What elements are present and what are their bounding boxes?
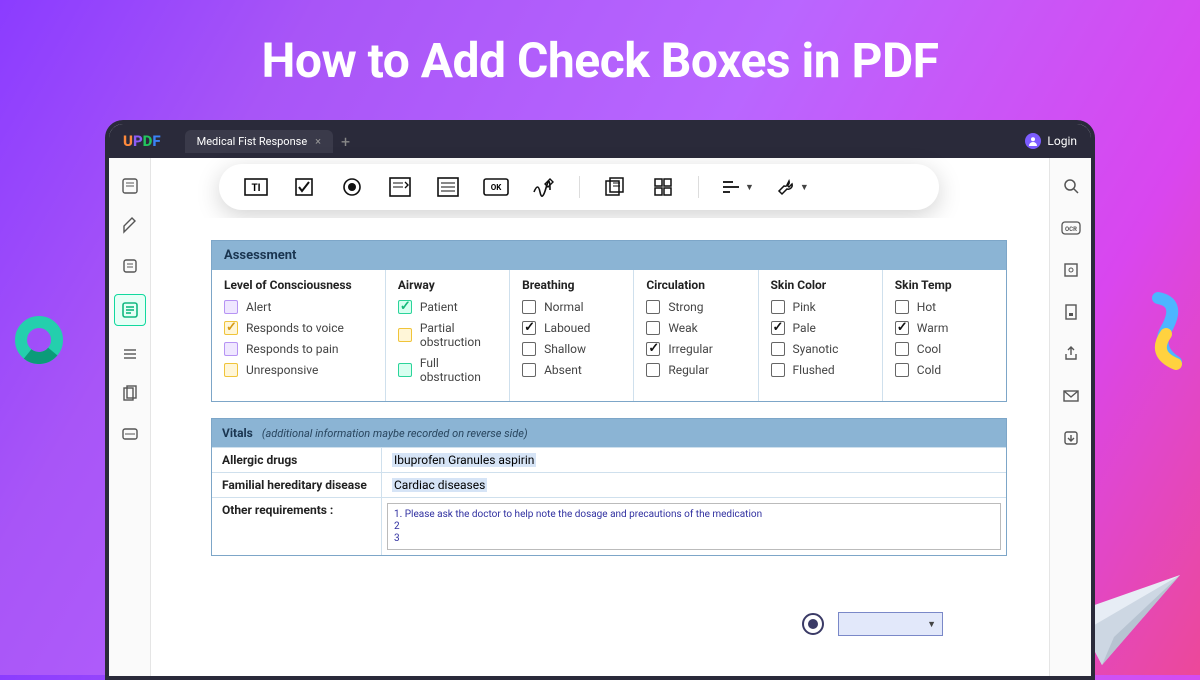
checkbox-alert[interactable] bbox=[224, 300, 238, 314]
avatar-icon bbox=[1025, 133, 1041, 149]
allergic-label: Allergic drugs bbox=[212, 448, 382, 472]
right-sidebar: OCR bbox=[1049, 158, 1091, 676]
app-window: UPDF Medical Fist Response × + Login OCR bbox=[105, 120, 1095, 680]
radio-sample[interactable] bbox=[802, 613, 824, 635]
column-header: Skin Temp bbox=[895, 278, 994, 292]
column-header: Airway bbox=[398, 278, 497, 292]
document-canvas: Assessment Level of Consciousness Alert … bbox=[167, 218, 1033, 662]
vitals-subtitle: (additional information maybe recorded o… bbox=[262, 427, 528, 440]
organize-tool-icon[interactable] bbox=[118, 342, 142, 366]
allergic-value[interactable]: Ibuprofen Granules aspirin bbox=[392, 453, 536, 467]
checkbox-cool[interactable] bbox=[895, 342, 909, 356]
familial-label: Familial hereditary disease bbox=[212, 473, 382, 497]
add-tab-button[interactable]: + bbox=[341, 132, 350, 151]
titlebar: UPDF Medical Fist Response × + Login bbox=[109, 124, 1091, 158]
other-req-field[interactable]: 1. Please ask the doctor to help note th… bbox=[387, 503, 1001, 550]
email-icon[interactable] bbox=[1059, 384, 1083, 408]
checkbox-hot[interactable] bbox=[895, 300, 909, 314]
checkbox-syanotic[interactable] bbox=[771, 342, 785, 356]
checkbox-laboued[interactable] bbox=[522, 321, 536, 335]
share-icon[interactable] bbox=[1059, 342, 1083, 366]
tools-menu[interactable]: ▼ bbox=[776, 174, 809, 200]
svg-text:OK: OK bbox=[491, 183, 503, 192]
align-tool[interactable]: ▼ bbox=[721, 174, 754, 200]
form-toolbar: TI OK ▼ ▼ bbox=[219, 164, 939, 210]
checkbox-unresponsive[interactable] bbox=[224, 363, 238, 377]
signature-tool[interactable] bbox=[531, 174, 557, 200]
checkbox-warm[interactable] bbox=[895, 321, 909, 335]
listbox-tool[interactable] bbox=[435, 174, 461, 200]
login-label: Login bbox=[1047, 134, 1077, 148]
ocr-icon[interactable]: OCR bbox=[1059, 216, 1083, 240]
checkbox-weak[interactable] bbox=[646, 321, 660, 335]
other-req-label: Other requirements : bbox=[212, 498, 382, 555]
grid-tool[interactable] bbox=[650, 174, 676, 200]
dropdown-sample[interactable]: ▼ bbox=[838, 612, 943, 636]
checkbox-full-obstruction[interactable] bbox=[398, 363, 412, 377]
page-title: How to Add Check Boxes in PDF bbox=[0, 0, 1200, 89]
checkbox-pale[interactable] bbox=[771, 321, 785, 335]
checkbox-strong[interactable] bbox=[646, 300, 660, 314]
redact-tool-icon[interactable] bbox=[118, 422, 142, 446]
vitals-title: Vitals bbox=[222, 426, 253, 440]
checkbox-patient[interactable] bbox=[398, 300, 412, 314]
search-icon[interactable] bbox=[1059, 174, 1083, 198]
checkbox-pink[interactable] bbox=[771, 300, 785, 314]
checkbox-tool[interactable] bbox=[291, 174, 317, 200]
assessment-title: Assessment bbox=[212, 241, 1006, 270]
svg-text:OCR: OCR bbox=[1065, 226, 1077, 233]
text-field-tool[interactable]: TI bbox=[243, 174, 269, 200]
column-header: Circulation bbox=[646, 278, 745, 292]
deco-ring bbox=[15, 316, 63, 364]
form-tool-icon[interactable] bbox=[114, 294, 146, 326]
protect-icon[interactable] bbox=[1059, 300, 1083, 324]
radio-tool[interactable] bbox=[339, 174, 365, 200]
reader-tool-icon[interactable] bbox=[118, 174, 142, 198]
column-header: Level of Consciousness bbox=[224, 278, 373, 292]
duplicate-tool[interactable] bbox=[602, 174, 628, 200]
checkbox-responds-pain[interactable] bbox=[224, 342, 238, 356]
crop-icon[interactable] bbox=[1059, 258, 1083, 282]
checkbox-flushed[interactable] bbox=[771, 363, 785, 377]
updf-logo: UPDF bbox=[123, 132, 161, 150]
tab-label: Medical Fist Response bbox=[197, 135, 308, 148]
edit-tool-icon[interactable] bbox=[118, 254, 142, 278]
checkbox-regular[interactable] bbox=[646, 363, 660, 377]
column-header: Breathing bbox=[522, 278, 621, 292]
assessment-table: Assessment Level of Consciousness Alert … bbox=[211, 240, 1007, 402]
checkbox-cold[interactable] bbox=[895, 363, 909, 377]
export-icon[interactable] bbox=[1059, 426, 1083, 450]
button-tool[interactable]: OK bbox=[483, 174, 509, 200]
pages-tool-icon[interactable] bbox=[118, 382, 142, 406]
checkbox-shallow[interactable] bbox=[522, 342, 536, 356]
checkbox-absent[interactable] bbox=[522, 363, 536, 377]
dropdown-tool[interactable] bbox=[387, 174, 413, 200]
checkbox-normal[interactable] bbox=[522, 300, 536, 314]
chevron-down-icon: ▼ bbox=[800, 182, 809, 193]
left-sidebar bbox=[109, 158, 151, 676]
familial-value[interactable]: Cardiac diseases bbox=[392, 478, 487, 492]
toolbar-separator bbox=[579, 176, 580, 198]
close-tab-icon[interactable]: × bbox=[315, 135, 321, 148]
document-tab[interactable]: Medical Fist Response × bbox=[185, 130, 333, 153]
chevron-down-icon: ▼ bbox=[927, 619, 936, 630]
chevron-down-icon: ▼ bbox=[745, 182, 754, 193]
svg-text:TI: TI bbox=[251, 183, 260, 194]
toolbar-separator bbox=[698, 176, 699, 198]
login-button[interactable]: Login bbox=[1025, 133, 1077, 149]
deco-worm bbox=[1138, 290, 1190, 370]
comment-tool-icon[interactable] bbox=[118, 214, 142, 238]
checkbox-irregular[interactable] bbox=[646, 342, 660, 356]
checkbox-partial-obstruction[interactable] bbox=[398, 328, 412, 342]
vitals-table: Vitals (additional information maybe rec… bbox=[211, 418, 1007, 556]
column-header: Skin Color bbox=[771, 278, 870, 292]
checkbox-responds-voice[interactable] bbox=[224, 321, 238, 335]
